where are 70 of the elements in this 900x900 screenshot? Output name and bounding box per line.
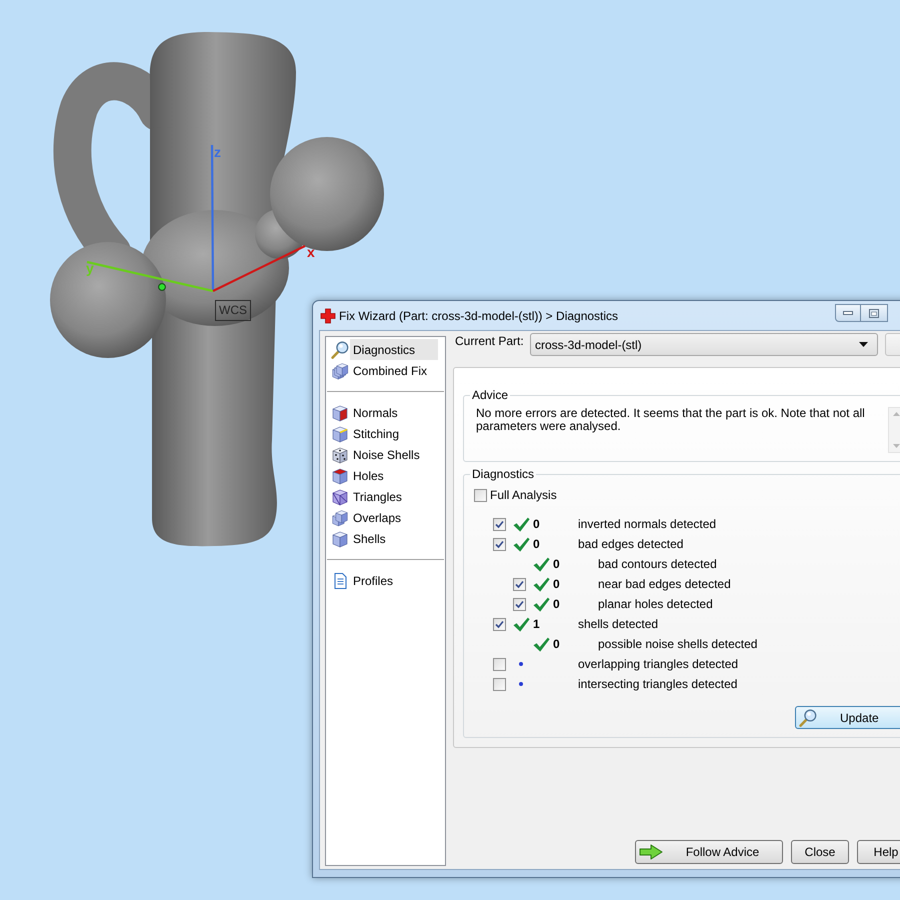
- part-dropdown[interactable]: cross-3d-model-(stl): [530, 333, 878, 356]
- dialog-button[interactable]: Help: [857, 840, 900, 864]
- sidebar-item[interactable]: Normals: [350, 402, 438, 423]
- diagnostic-label: inverted normals detected: [578, 516, 716, 533]
- cube-icon: [331, 530, 349, 548]
- issue-count: 0: [533, 537, 540, 551]
- plus-icon: [320, 308, 336, 324]
- sidebar-item[interactable]: Combined Fix: [350, 360, 438, 381]
- issue-count: 0: [553, 597, 560, 611]
- issue-count: 1: [533, 617, 540, 631]
- sidebar-item[interactable]: Shells: [350, 528, 438, 549]
- issue-count: 0: [553, 557, 560, 571]
- axis-label: y: [86, 260, 94, 276]
- checkbox[interactable]: [493, 518, 506, 530]
- cube-top-icon: [331, 466, 349, 484]
- sidebar-item[interactable]: Diagnostics: [350, 339, 438, 360]
- sidebar-item[interactable]: Triangles: [350, 486, 438, 507]
- sidebar-item[interactable]: Holes: [350, 465, 438, 486]
- minimize-button[interactable]: [835, 304, 861, 322]
- dialog-button[interactable]: Close: [791, 840, 849, 864]
- checkbox[interactable]: [474, 488, 487, 502]
- issue-count: 0: [553, 637, 560, 651]
- scrollbar[interactable]: [888, 407, 900, 453]
- window-title: Fix Wizard (Part: cross-3d-model-(stl)) > Diagnostics: [339, 308, 618, 324]
- issue-count: 0: [553, 577, 560, 591]
- checkbox[interactable]: [513, 578, 526, 590]
- checkbox[interactable]: [493, 658, 506, 670]
- diagnostic-label: shells detected: [578, 616, 658, 633]
- checkbox[interactable]: [493, 678, 506, 690]
- arrow-right-icon: [639, 844, 663, 860]
- minimize-icon: [843, 311, 853, 315]
- checkbox-label: Full Analysis: [490, 487, 557, 504]
- sidebar-item[interactable]: Stitching: [350, 423, 438, 444]
- stacked-cubes-icon: [331, 362, 349, 380]
- cube-edge-icon: [331, 424, 349, 442]
- diagnostic-label: near bad edges detected: [598, 576, 731, 593]
- group-title: Advice: [471, 388, 510, 402]
- diagnostic-label: planar holes detected: [598, 596, 713, 613]
- update-button[interactable]: Update: [795, 706, 900, 729]
- marker-icon: [158, 283, 166, 291]
- diagnostic-label: overlapping triangles detected: [578, 656, 738, 673]
- sidebar-item[interactable]: Overlaps: [350, 507, 438, 528]
- diagnostic-label: possible noise shells detected: [598, 636, 758, 653]
- dialog-button[interactable]: Follow Advice: [635, 840, 783, 864]
- stacked-cubes-icon: [331, 508, 349, 526]
- caret-icon: [859, 342, 868, 347]
- axis-label: x: [307, 244, 315, 260]
- cube-icon: [331, 404, 349, 422]
- checkbox[interactable]: [493, 618, 506, 630]
- checkbox[interactable]: [513, 598, 526, 610]
- issue-count: 0: [533, 517, 540, 531]
- axis-label: z: [214, 144, 221, 160]
- magnifier-icon: [799, 708, 817, 726]
- maximize-button[interactable]: [861, 304, 888, 322]
- scroll-down-icon: [893, 444, 900, 448]
- advice-text: No more errors are detected. It seems that the part is ok. Note that not all parameters were analysed.: [476, 407, 866, 433]
- wireframe-cube-icon: [331, 488, 349, 506]
- group-title: Diagnostics: [471, 467, 536, 481]
- diagnostic-label: bad contours detected: [598, 556, 717, 573]
- maximize-icon: [869, 308, 879, 318]
- magnifier-icon: [331, 340, 349, 358]
- origin-label: WCS: [215, 300, 251, 321]
- sidebar-item[interactable]: Noise Shells: [350, 444, 438, 465]
- scroll-up-icon: [893, 412, 900, 416]
- current-part-label: Current Part:: [454, 333, 525, 349]
- diagnostic-label: intersecting triangles detected: [578, 676, 738, 693]
- dotted-cube-icon: [331, 446, 349, 464]
- diagnostic-label: bad edges detected: [578, 536, 684, 553]
- checkbox[interactable]: [493, 538, 506, 550]
- sidebar-item[interactable]: Profiles: [350, 570, 438, 591]
